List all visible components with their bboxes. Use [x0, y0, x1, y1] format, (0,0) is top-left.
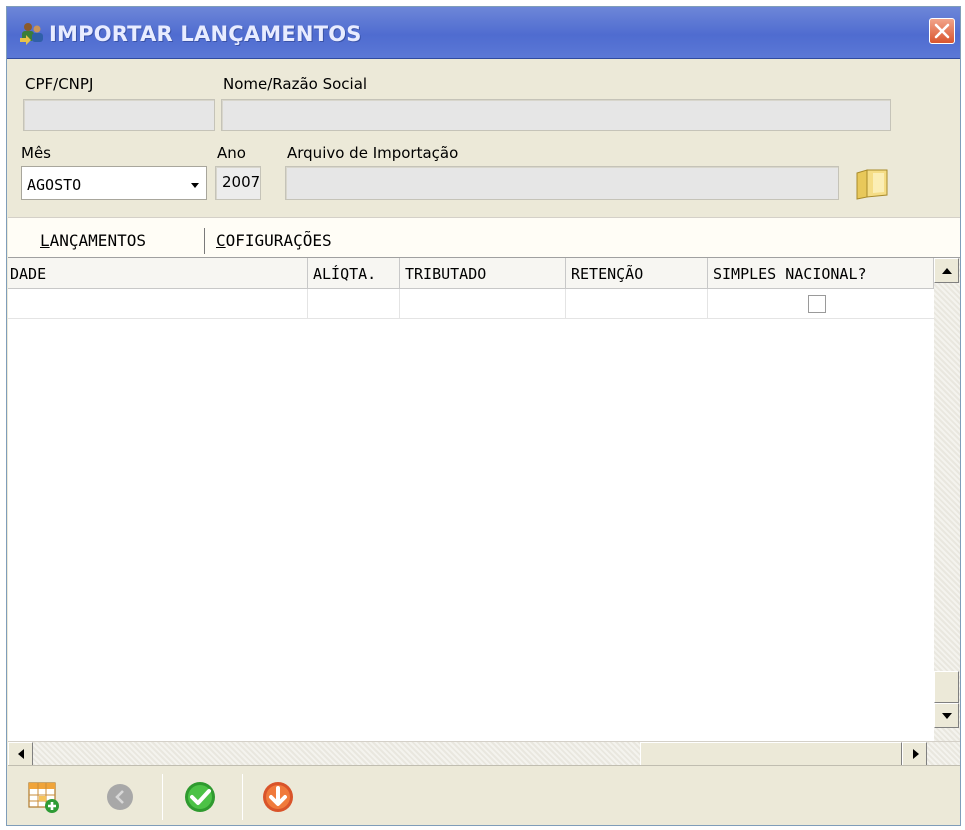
- tab-lancamentos[interactable]: LANÇAMENTOS: [40, 231, 146, 250]
- column-header-dade[interactable]: DADE: [8, 258, 308, 288]
- table-row[interactable]: [8, 289, 934, 319]
- vertical-scrollbar[interactable]: [934, 258, 960, 741]
- nome-label: Nome/Razão Social: [223, 75, 368, 93]
- arrow-right-icon: [913, 749, 919, 759]
- bottom-toolbar: [8, 765, 960, 825]
- arrow-up-icon: [942, 268, 952, 274]
- column-header-aliquota[interactable]: ALÍQTA.: [308, 258, 400, 288]
- scroll-right-button[interactable]: [902, 742, 927, 766]
- toolbar-separator: [162, 774, 163, 820]
- column-header-retencao[interactable]: RETENÇÃO: [566, 258, 708, 288]
- scroll-left-button[interactable]: [8, 742, 33, 766]
- nome-field[interactable]: [221, 99, 891, 131]
- lancamentos-grid: DADE ALÍQTA. TRIBUTADO RETENÇÃO SIMPLES …: [8, 257, 960, 766]
- vertical-scroll-thumb[interactable]: [934, 671, 959, 703]
- tab-divider: [204, 228, 205, 254]
- tab-configuracoes[interactable]: COFIGURAÇÕES: [216, 231, 332, 250]
- open-folder-icon[interactable]: [853, 167, 891, 201]
- close-icon: [934, 23, 950, 39]
- ano-label: Ano: [217, 144, 246, 162]
- window-title: IMPORTAR LANÇAMENTOS: [49, 22, 362, 46]
- simples-nacional-checkbox[interactable]: [808, 295, 826, 313]
- arrow-left-icon: [18, 749, 24, 759]
- arquivo-field[interactable]: [285, 166, 839, 200]
- scroll-down-button[interactable]: [934, 703, 959, 728]
- download-icon[interactable]: [260, 779, 296, 815]
- cell-tributado[interactable]: [400, 289, 566, 318]
- arrow-down-icon: [942, 713, 952, 719]
- toolbar-separator: [242, 774, 243, 820]
- add-row-icon[interactable]: [26, 779, 62, 815]
- back-icon[interactable]: [102, 779, 138, 815]
- import-people-icon: [20, 23, 43, 45]
- mes-value: AGOSTO: [27, 176, 82, 194]
- confirm-icon[interactable]: [182, 779, 218, 815]
- cell-retencao[interactable]: [566, 289, 708, 318]
- chevron-down-icon: [191, 183, 199, 188]
- mes-label: Mês: [21, 144, 51, 162]
- cell-aliquota[interactable]: [308, 289, 400, 318]
- close-button[interactable]: [929, 18, 955, 44]
- scroll-up-button[interactable]: [934, 258, 959, 283]
- cpf-label: CPF/CNPJ: [25, 75, 94, 93]
- import-window: IMPORTAR LANÇAMENTOS CPF/CNPJ Nome/Razão…: [6, 6, 961, 826]
- title-bar[interactable]: IMPORTAR LANÇAMENTOS: [7, 7, 960, 59]
- column-header-tributado[interactable]: TRIBUTADO: [400, 258, 566, 288]
- horizontal-scroll-thumb[interactable]: [640, 742, 902, 766]
- horizontal-scrollbar[interactable]: [8, 741, 960, 766]
- mes-select[interactable]: AGOSTO: [21, 166, 207, 200]
- cell-dade[interactable]: [8, 289, 308, 318]
- grid-header: DADE ALÍQTA. TRIBUTADO RETENÇÃO SIMPLES …: [8, 258, 934, 289]
- column-header-simples-nacional[interactable]: SIMPLES NACIONAL?: [708, 258, 934, 288]
- tab-strip: LANÇAMENTOS COFIGURAÇÕES: [8, 217, 960, 257]
- cpf-field[interactable]: [23, 99, 215, 131]
- ano-field[interactable]: 2007: [215, 166, 261, 200]
- arquivo-label: Arquivo de Importação: [287, 144, 459, 162]
